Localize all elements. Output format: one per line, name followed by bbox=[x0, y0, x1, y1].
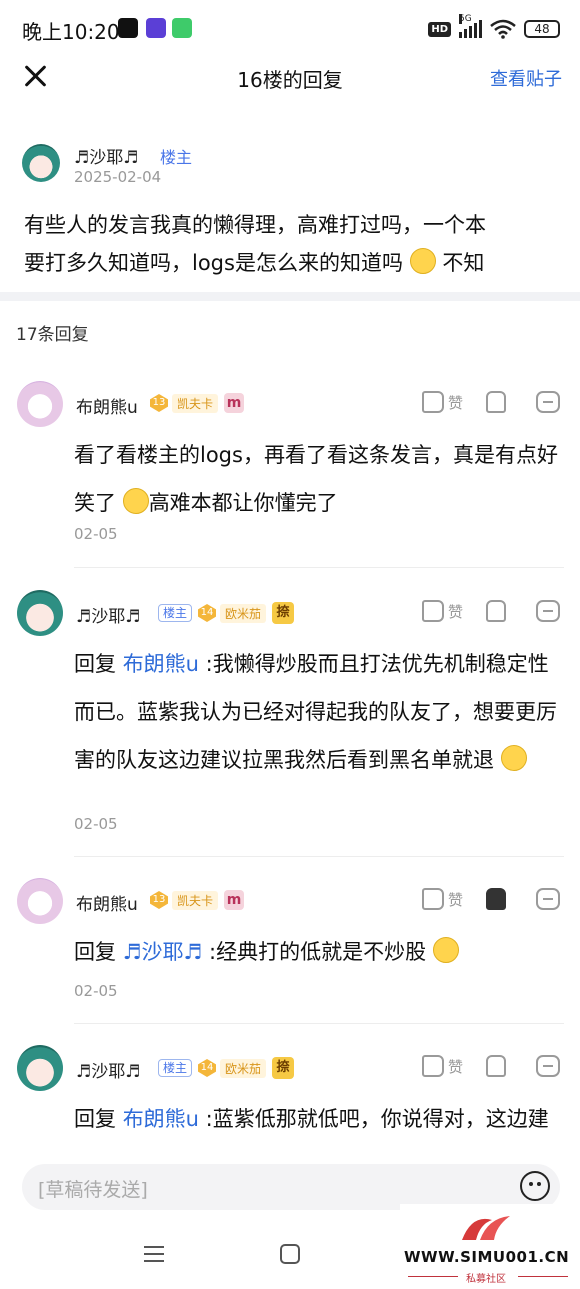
thumbs-up-icon bbox=[422, 1055, 444, 1077]
thumbs-up-icon bbox=[422, 600, 444, 622]
reply-divider bbox=[74, 856, 564, 857]
emoji-icon[interactable] bbox=[520, 1171, 550, 1201]
mention-link[interactable]: 布朗熊u bbox=[123, 1107, 199, 1131]
medal-icon: m bbox=[224, 890, 245, 910]
battery-icon: 48 bbox=[524, 20, 560, 38]
watermark-sub: 私募社区 bbox=[466, 1274, 506, 1285]
op-date: 2025-02-04 bbox=[74, 168, 162, 186]
thinking-emoji-icon bbox=[409, 248, 436, 274]
op-tag: 楼主 bbox=[158, 604, 193, 622]
level-badge: 13 凯夫卡 bbox=[150, 890, 219, 910]
reply-avatar[interactable] bbox=[17, 1045, 63, 1091]
reply-avatar[interactable] bbox=[17, 590, 63, 636]
op-username[interactable]: ♬沙耶♬ bbox=[74, 143, 138, 168]
mention-link[interactable]: 布朗熊u bbox=[123, 652, 199, 676]
reply-text[interactable]: 回复 ♬沙耶♬ :经典打的低就是不炒股 bbox=[74, 928, 566, 976]
reply-date: 02-05 bbox=[74, 815, 118, 833]
reply-divider bbox=[74, 567, 564, 568]
reply-count: 17条回复 bbox=[16, 325, 89, 345]
user-badges: 楼主 14 欧米茄 捺 bbox=[158, 1057, 295, 1079]
user-badges: 楼主 14 欧米茄 捺 bbox=[158, 602, 295, 624]
section-divider bbox=[0, 292, 580, 301]
signal-icon: 5G bbox=[459, 14, 482, 38]
reply-username[interactable]: 布朗熊u bbox=[76, 393, 138, 418]
comment-icon[interactable] bbox=[536, 1055, 560, 1077]
op-avatar[interactable] bbox=[22, 144, 60, 182]
hd-icon: HD bbox=[428, 21, 451, 37]
input-placeholder: [草稿待发送] bbox=[38, 1179, 148, 1201]
hug-emoji-icon bbox=[500, 745, 527, 771]
status-bar: 晚上10:20 HD 5G 48 bbox=[0, 0, 580, 56]
mention-link[interactable]: ♬沙耶♬ bbox=[123, 940, 203, 964]
op-post-text[interactable]: 有些人的发言我真的懒得理，高难打过吗，一个本 要打多久知道吗，logs是怎么来的… bbox=[24, 206, 564, 282]
comment-icon[interactable] bbox=[536, 600, 560, 622]
reply-actions: 赞 bbox=[422, 391, 560, 413]
thumbs-up-icon bbox=[422, 391, 444, 413]
like-button[interactable]: 赞 bbox=[422, 1055, 486, 1077]
like-button[interactable]: 赞 bbox=[422, 600, 486, 622]
comment-icon[interactable] bbox=[536, 888, 560, 910]
home-icon[interactable] bbox=[280, 1244, 300, 1264]
reply-avatar[interactable] bbox=[17, 381, 63, 427]
reply-actions: 赞 bbox=[422, 1055, 560, 1077]
reply-actions: 赞 bbox=[422, 888, 560, 910]
medal-icon: 捺 bbox=[272, 1057, 295, 1079]
top-bar: 16楼的回复 查看贴子 bbox=[0, 56, 580, 100]
medal-icon: m bbox=[224, 393, 245, 413]
thumbs-down-icon[interactable] bbox=[486, 391, 506, 413]
level-badge: 14 欧米茄 bbox=[198, 1058, 267, 1078]
reply-username[interactable]: 布朗熊u bbox=[76, 890, 138, 915]
like-button[interactable]: 赞 bbox=[422, 888, 486, 910]
reply-actions: 赞 bbox=[422, 600, 560, 622]
watermark: WWW.SIMU001.CN 私募社区 bbox=[400, 1204, 580, 1289]
reply-text[interactable]: 回复 布朗熊u :我懒得炒股而且打法优先机制稳定性而已。蓝紫我认为已经对得起我的… bbox=[74, 640, 566, 784]
tiktok-icon bbox=[118, 18, 138, 38]
watermark-site: WWW.SIMU001.CN bbox=[404, 1248, 570, 1266]
level-badge: 14 欧米茄 bbox=[198, 603, 267, 623]
reply-username[interactable]: ♬沙耶♬ bbox=[76, 1057, 140, 1082]
level-badge: 13 凯夫卡 bbox=[150, 393, 219, 413]
user-badges: 13 凯夫卡 m bbox=[150, 393, 245, 413]
reply-date: 02-05 bbox=[74, 525, 118, 543]
watermark-logo-icon bbox=[462, 1216, 510, 1240]
smirk-emoji-icon bbox=[432, 937, 459, 963]
op-tag: 楼主 bbox=[160, 148, 193, 167]
app-green-icon bbox=[172, 18, 192, 38]
reply-avatar[interactable] bbox=[17, 878, 63, 924]
like-button[interactable]: 赞 bbox=[422, 391, 486, 413]
reply-date: 02-05 bbox=[74, 982, 118, 1000]
giggle-emoji-icon bbox=[122, 488, 149, 514]
thumbs-up-icon bbox=[422, 888, 444, 910]
user-badges: 13 凯夫卡 m bbox=[150, 890, 245, 910]
wifi-icon bbox=[490, 19, 516, 39]
op-tag: 楼主 bbox=[158, 1059, 193, 1077]
medal-icon: 捺 bbox=[272, 602, 295, 624]
menu-icon[interactable] bbox=[144, 1246, 164, 1262]
thumbs-down-icon[interactable] bbox=[486, 600, 506, 622]
status-time: 晚上10:20 bbox=[22, 20, 120, 44]
reply-username[interactable]: ♬沙耶♬ bbox=[76, 602, 140, 627]
thumbs-down-icon[interactable] bbox=[486, 1055, 506, 1077]
reply-text[interactable]: 看了看楼主的logs，再看了看这条发言，真是有点好笑了 高难本都让你懂完了 bbox=[74, 431, 566, 527]
view-post-link[interactable]: 查看贴子 bbox=[490, 65, 562, 91]
reply-divider bbox=[74, 1023, 564, 1024]
comment-icon[interactable] bbox=[536, 391, 560, 413]
app-purple-icon bbox=[146, 18, 166, 38]
thumbs-down-icon[interactable] bbox=[486, 888, 506, 910]
